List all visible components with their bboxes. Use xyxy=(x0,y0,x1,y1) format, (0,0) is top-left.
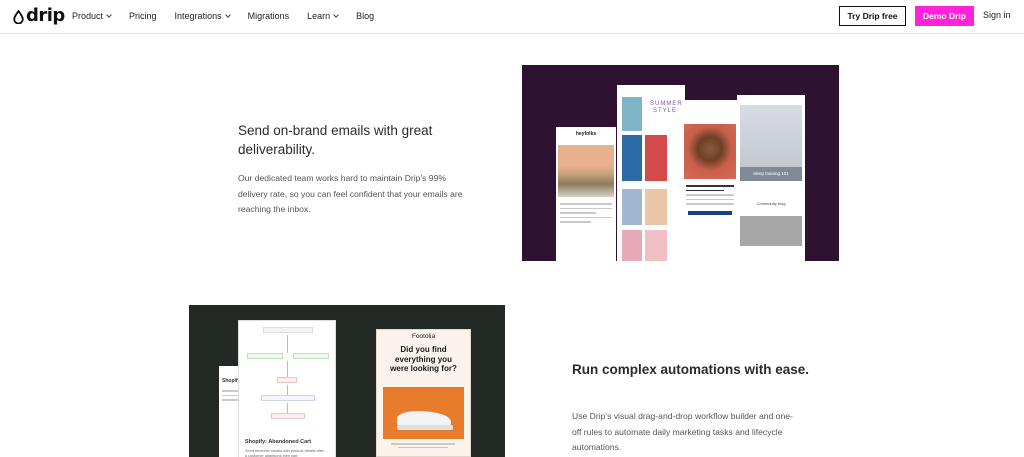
workflow-node xyxy=(247,353,283,359)
try-drip-free-button[interactable]: Try Drip free xyxy=(839,6,906,26)
nav-learn[interactable]: Learn xyxy=(307,11,339,21)
sign-in-link[interactable]: Sign in xyxy=(983,10,1011,20)
footolia-brand: Footolia xyxy=(411,333,436,340)
community-blog-label: Community blog xyxy=(756,201,786,206)
product-photo xyxy=(645,135,667,181)
email-card-heyfolks: heyfolks xyxy=(556,127,616,261)
product-photo xyxy=(622,97,642,131)
email-card-summer-style: SUMMER STYLE xyxy=(617,85,685,261)
email-card-portrait xyxy=(682,100,738,261)
product-photo xyxy=(645,189,667,225)
workflow-builder-image: Shopify: Br Shopify: Abandoned Cart Send… xyxy=(189,305,505,457)
deliverability-heading: Send on-brand emails with great delivera… xyxy=(238,123,433,157)
logo-text: drip xyxy=(26,5,65,26)
nav-integrations-label: Integrations xyxy=(174,11,222,21)
product-photo xyxy=(645,230,667,261)
top-nav: drip Product Pricing Integrations Migrat… xyxy=(0,0,1024,34)
chevron-down-icon xyxy=(224,11,231,18)
workflow-connector xyxy=(287,335,288,353)
product-photo xyxy=(622,135,642,181)
sleep-training-label: sleep training 101 xyxy=(740,167,802,181)
email-examples-image: heyfolks SUMMER STYLE sleep training 101… xyxy=(522,65,839,261)
email-card-sleep-training: sleep training 101 Community blog xyxy=(737,95,805,261)
text-lines xyxy=(686,185,734,205)
workflow-node xyxy=(293,353,329,359)
blog-image xyxy=(740,216,802,246)
workflow-connector xyxy=(287,361,288,377)
nav-links: Product Pricing Integrations Migrations … xyxy=(72,0,392,32)
workflow-node xyxy=(277,377,297,383)
workflow-node xyxy=(261,395,315,401)
heyfolks-brand: heyfolks xyxy=(575,131,597,137)
desert-hero-image xyxy=(558,145,614,197)
email-footer-text xyxy=(387,443,459,448)
workflow-card-title: Shopify: Abandoned Cart xyxy=(245,439,312,445)
email-headline: Did you find everything you were looking… xyxy=(390,345,457,373)
automations-heading: Run complex automations with ease. xyxy=(572,362,810,377)
chevron-down-icon xyxy=(106,11,112,18)
nav-product-label: Product xyxy=(72,11,104,21)
product-photo xyxy=(622,189,642,225)
chevron-down-icon xyxy=(333,11,339,18)
summer-style-label: SUMMER STYLE xyxy=(650,101,683,114)
nav-blog-label: Blog xyxy=(356,11,375,21)
footolia-email-card: Footolia Did you find everything you wer… xyxy=(376,329,471,457)
workflow-card: Shopify: Abandoned Cart Send reminder em… xyxy=(238,320,336,457)
nav-product[interactable]: Product xyxy=(72,11,112,21)
automations-description: Use Drip's visual drag-and-drop workflow… xyxy=(572,411,793,452)
text-lines xyxy=(560,203,612,223)
nav-pricing-label: Pricing xyxy=(129,11,157,21)
nav-blog[interactable]: Blog xyxy=(356,11,374,21)
workflow-node xyxy=(271,413,305,419)
demo-drip-button[interactable]: Demo Drip xyxy=(915,6,974,26)
sneaker-image xyxy=(383,387,464,439)
product-photo xyxy=(622,230,642,261)
nav-integrations[interactable]: Integrations xyxy=(174,11,231,21)
workflow-trigger xyxy=(263,327,313,333)
workflow-connector xyxy=(287,385,288,395)
deliverability-description: Our dedicated team works hard to maintai… xyxy=(238,173,463,214)
baby-photo xyxy=(740,105,802,167)
nav-pricing[interactable]: Pricing xyxy=(129,11,157,21)
cta-bar xyxy=(688,210,732,215)
nav-migrations[interactable]: Migrations xyxy=(248,11,290,21)
nav-learn-label: Learn xyxy=(307,11,331,21)
drip-logo-icon xyxy=(13,10,24,24)
workflow-connector xyxy=(287,403,288,413)
nav-migrations-label: Migrations xyxy=(247,11,290,21)
drip-logo[interactable]: drip xyxy=(13,6,65,26)
portrait-image xyxy=(684,124,736,179)
workflow-card-description: Send reminder emails with product detail… xyxy=(245,449,325,457)
